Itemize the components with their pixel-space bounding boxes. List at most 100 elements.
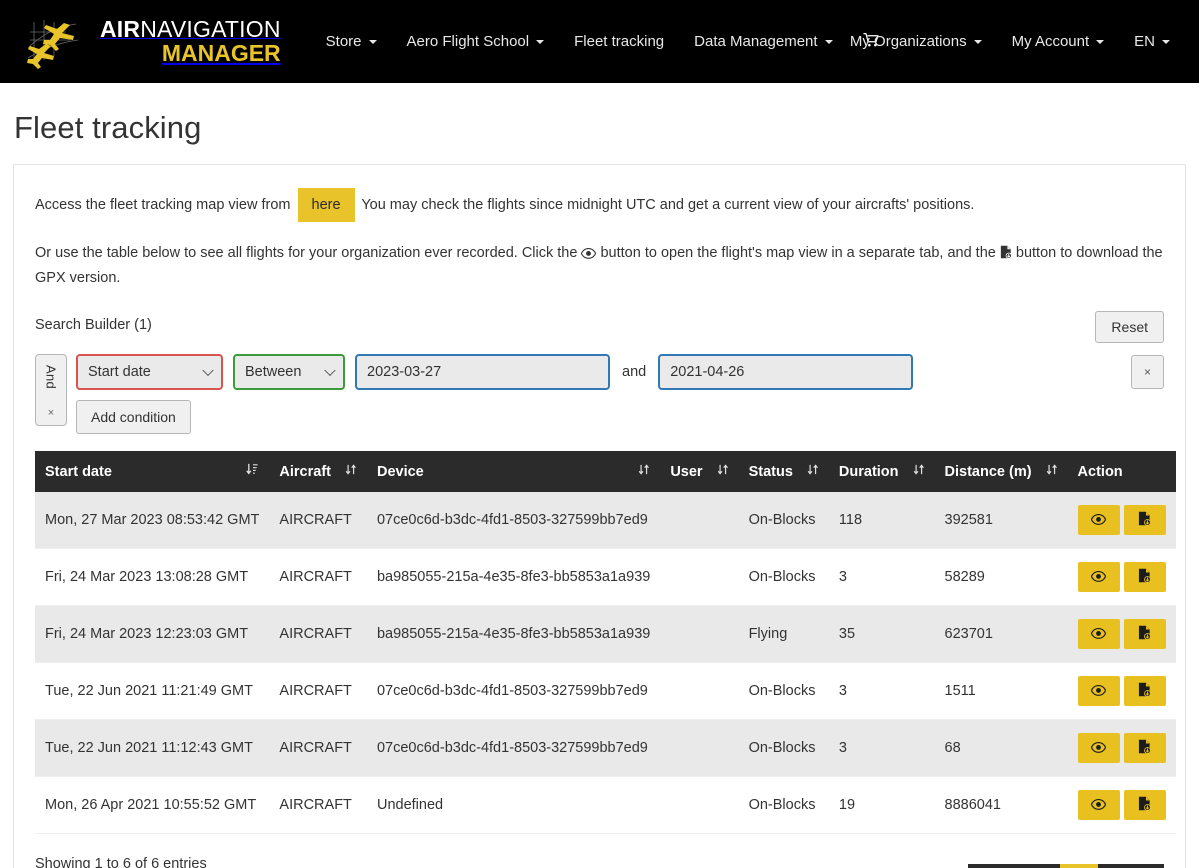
view-flight-map-button[interactable] bbox=[1077, 733, 1120, 764]
logic-operator-toggle[interactable]: And × bbox=[35, 354, 67, 427]
download-gpx-button[interactable] bbox=[1123, 505, 1166, 536]
main-navbar: AIRNAVIGATION MANAGER Store Aero Flight … bbox=[0, 0, 1199, 83]
flights-table-head: Start date Aircraft Device User Status D… bbox=[35, 451, 1176, 493]
download-gpx-button[interactable] bbox=[1123, 676, 1166, 707]
cell-distance: 1511 bbox=[934, 662, 1068, 721]
brand-logo-link[interactable]: AIRNAVIGATION MANAGER bbox=[26, 14, 281, 70]
search-builder-group: And × Start date Between 2023-03-27 and … bbox=[35, 354, 1164, 435]
column-header-action-label: Action bbox=[1077, 463, 1123, 480]
table-footer: Showing 1 to 6 of 6 entries Previous 1 N… bbox=[35, 852, 1164, 868]
nav-item-fleet-tracking[interactable]: Fleet tracking bbox=[559, 23, 679, 60]
nav-item-data-management-label: Data Management bbox=[694, 33, 818, 50]
nav-item-store[interactable]: Store bbox=[311, 23, 392, 60]
map-view-here-link[interactable]: here bbox=[297, 188, 355, 223]
cell-device: ba985055-215a-4e35-8fe3-bb5853a1a939 bbox=[366, 548, 661, 607]
download-gpx-button[interactable] bbox=[1123, 790, 1166, 821]
nav-item-aero-flight-school-label: Aero Flight School bbox=[406, 33, 530, 50]
download-gpx-button[interactable] bbox=[1123, 562, 1166, 593]
reset-button[interactable]: Reset bbox=[1095, 311, 1164, 344]
cell-user bbox=[660, 662, 739, 721]
column-header-start-date[interactable]: Start date bbox=[35, 451, 270, 493]
operator-select-wrapper: Between bbox=[233, 354, 345, 391]
cell-status: Flying bbox=[738, 605, 829, 664]
cell-duration: 3 bbox=[828, 662, 935, 721]
eye-icon bbox=[1090, 798, 1107, 813]
table-info: Showing 1 to 6 of 6 entries bbox=[35, 856, 207, 868]
pagination-page-1-button[interactable]: 1 bbox=[1060, 864, 1099, 868]
nav-item-language[interactable]: EN bbox=[1119, 23, 1185, 60]
cell-aircraft: AIRCRAFT bbox=[269, 548, 367, 607]
cell-start-date: Mon, 27 Mar 2023 08:53:42 GMT bbox=[35, 492, 270, 550]
eye-icon bbox=[1090, 684, 1107, 699]
condition-date-from-input[interactable] bbox=[355, 354, 610, 391]
cell-duration: 3 bbox=[828, 719, 935, 778]
nav-item-my-account[interactable]: My Account bbox=[997, 23, 1120, 60]
cell-status: On-Blocks bbox=[738, 548, 829, 607]
intro-text-part1: Or use the table below to see all flight… bbox=[35, 245, 578, 262]
view-flight-map-button[interactable] bbox=[1077, 676, 1120, 707]
nav-item-data-management[interactable]: Data Management bbox=[679, 23, 847, 60]
primary-nav: Store Aero Flight School Fleet tracking … bbox=[311, 22, 895, 62]
condition-operator-select[interactable]: Between bbox=[233, 354, 345, 391]
column-header-duration[interactable]: Duration bbox=[828, 451, 935, 493]
cell-aircraft: AIRCRAFT bbox=[269, 719, 367, 778]
page-container: Fleet tracking Access the fleet tracking… bbox=[0, 110, 1199, 868]
download-gpx-button[interactable] bbox=[1123, 733, 1166, 764]
sort-neutral-icon bbox=[717, 463, 729, 480]
cell-start-date: Tue, 22 Jun 2021 11:21:49 GMT bbox=[35, 662, 270, 721]
cell-duration: 118 bbox=[828, 492, 935, 550]
column-header-device[interactable]: Device bbox=[366, 451, 661, 493]
cell-device: Undefined bbox=[366, 776, 661, 835]
logic-operator-label: And bbox=[43, 365, 59, 390]
sort-neutral-icon bbox=[1046, 463, 1058, 480]
condition-field-select[interactable]: Start date bbox=[76, 354, 223, 391]
cell-status: On-Blocks bbox=[738, 719, 829, 778]
pagination-next-button[interactable]: Next bbox=[1098, 864, 1164, 868]
column-header-distance[interactable]: Distance (m) bbox=[934, 451, 1068, 493]
cell-duration: 35 bbox=[828, 605, 935, 664]
view-flight-map-button[interactable] bbox=[1077, 619, 1120, 650]
brand-navigation-text: NAVIGATION bbox=[140, 16, 281, 42]
file-download-icon bbox=[1138, 739, 1151, 757]
cell-distance: 68 bbox=[934, 719, 1068, 778]
file-download-icon bbox=[1138, 682, 1151, 700]
nav-item-my-organizations-label: My Organizations bbox=[849, 33, 967, 50]
pagination: Previous 1 Next bbox=[967, 864, 1164, 868]
cell-user bbox=[660, 492, 739, 550]
cell-aircraft: AIRCRAFT bbox=[269, 662, 367, 721]
cell-start-date: Fri, 24 Mar 2023 12:23:03 GMT bbox=[35, 605, 270, 664]
file-download-icon bbox=[1138, 568, 1151, 586]
cell-action bbox=[1067, 776, 1176, 835]
column-header-user[interactable]: User bbox=[660, 451, 739, 493]
condition-date-to-input[interactable] bbox=[658, 354, 914, 391]
intro-paragraph-2: Or use the table below to see all flight… bbox=[35, 242, 1164, 289]
column-header-status[interactable]: Status bbox=[738, 451, 829, 493]
cell-start-date: Tue, 22 Jun 2021 11:12:43 GMT bbox=[35, 719, 270, 778]
cell-action bbox=[1067, 605, 1176, 664]
remove-group-icon[interactable]: × bbox=[48, 407, 54, 419]
column-header-aircraft-label: Aircraft bbox=[279, 463, 331, 480]
cell-start-date: Fri, 24 Mar 2023 13:08:28 GMT bbox=[35, 548, 270, 607]
sort-desc-icon bbox=[246, 463, 259, 480]
nav-item-my-organizations[interactable]: My Organizations bbox=[835, 23, 997, 60]
remove-condition-button[interactable]: × bbox=[1130, 355, 1164, 390]
nav-item-aero-flight-school[interactable]: Aero Flight School bbox=[392, 23, 560, 60]
chevron-down-icon bbox=[824, 39, 833, 44]
view-flight-map-button[interactable] bbox=[1077, 790, 1120, 821]
pagination-previous-button[interactable]: Previous bbox=[967, 864, 1061, 868]
download-gpx-button[interactable] bbox=[1123, 619, 1166, 650]
search-builder-header: Search Builder (1) Reset bbox=[35, 311, 1164, 344]
cell-device: 07ce0c6d-b3dc-4fd1-8503-327599bb7ed9 bbox=[366, 719, 661, 778]
fleet-tracking-panel: Access the fleet tracking map view from … bbox=[13, 164, 1186, 868]
field-select-wrapper: Start date bbox=[76, 354, 223, 391]
view-flight-map-button[interactable] bbox=[1077, 562, 1120, 593]
view-flight-map-button[interactable] bbox=[1077, 505, 1120, 536]
add-condition-button[interactable]: Add condition bbox=[76, 400, 191, 435]
cell-status: On-Blocks bbox=[738, 662, 829, 721]
cell-duration: 3 bbox=[828, 548, 935, 607]
column-header-aircraft[interactable]: Aircraft bbox=[269, 451, 367, 493]
column-header-user-label: User bbox=[670, 463, 703, 480]
secondary-nav: My Organizations My Account EN bbox=[835, 23, 1185, 60]
cell-aircraft: AIRCRAFT bbox=[269, 605, 367, 664]
cell-user bbox=[660, 548, 739, 607]
